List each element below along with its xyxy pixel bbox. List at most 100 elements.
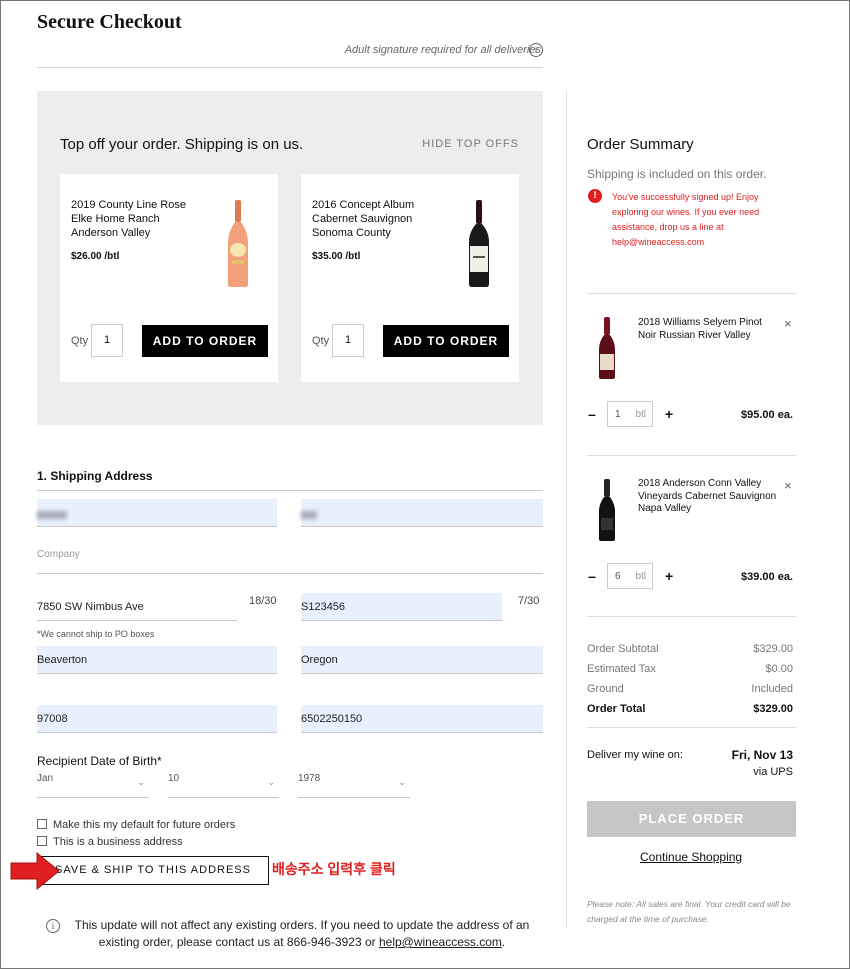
address-line2-field[interactable]: S123456 <box>301 593 502 621</box>
column-divider <box>566 91 567 927</box>
total-label: Order Total <box>587 703 646 715</box>
red-wine-bottle-icon[interactable] <box>461 198 497 288</box>
add-to-order-button[interactable]: ADD TO ORDER <box>142 325 268 357</box>
update-note-end: . <box>501 935 506 949</box>
subtotal-label: Order Subtotal <box>587 643 659 655</box>
business-checkbox-label: This is a business address <box>53 836 183 848</box>
product-name[interactable]: 2016 Concept Album Cabernet Sauvignon So… <box>312 198 442 240</box>
red-arrow-icon <box>10 851 60 891</box>
cabernet-bottle-icon[interactable] <box>595 478 619 542</box>
shipping-section-title: 1. Shipping Address <box>37 469 153 483</box>
remove-item-icon[interactable]: × <box>784 478 792 493</box>
signup-success-message: You've successfully signed up! Enjoy exp… <box>612 192 760 247</box>
section-divider <box>37 490 543 491</box>
state-field[interactable]: Oregon <box>301 646 543 674</box>
cart-item-name[interactable]: 2018 Anderson Conn Valley Vineyards Cabe… <box>638 478 778 516</box>
place-order-button[interactable]: PLACE ORDER <box>587 801 796 837</box>
zip-field[interactable]: 97008 <box>37 705 277 733</box>
continue-shopping-link[interactable]: Continue Shopping <box>640 850 742 864</box>
annotation-text: 배송주소 입력후 클릭 <box>272 861 396 877</box>
dob-month-value: Jan <box>37 773 54 784</box>
dob-day-select[interactable]: 10 ⌄ <box>168 773 279 798</box>
qty-input[interactable]: 1 <box>91 324 123 357</box>
address-line1-field[interactable]: 7850 SW Nimbus Ave <box>37 593 237 621</box>
summary-divider <box>587 727 796 728</box>
address2-char-counter: 7/30 <box>518 595 540 607</box>
chevron-down-icon: ⌄ <box>398 777 406 787</box>
summary-divider <box>587 455 796 456</box>
decrease-qty-button[interactable]: – <box>588 568 596 584</box>
top-offs-title: Top off your order. Shipping is on us. <box>60 136 304 153</box>
product-price: $26.00 /btl <box>71 251 120 262</box>
last-name-field[interactable] <box>301 499 543 527</box>
cart-item-price: $39.00 ea. <box>741 571 793 583</box>
pinot-noir-bottle-icon[interactable] <box>595 316 619 380</box>
summary-divider <box>587 616 796 617</box>
company-field[interactable]: Company <box>37 549 543 574</box>
help-email-link[interactable]: help@wineaccess.com <box>379 935 502 949</box>
cart-item-price: $95.00 ea. <box>741 409 793 421</box>
rose-wine-bottle-icon[interactable] <box>220 198 256 288</box>
chevron-down-icon: ⌄ <box>267 777 275 787</box>
dob-label: Recipient Date of Birth* <box>37 754 162 768</box>
info-icon: i <box>46 919 60 933</box>
top-off-card: 2019 County Line Rose Elke Home Ranch An… <box>60 174 278 382</box>
business-address-option[interactable]: This is a business address <box>37 836 183 848</box>
tax-label: Estimated Tax <box>587 663 656 675</box>
cart-item-name[interactable]: 2018 Williams Selyem Pinot Noir Russian … <box>638 317 778 342</box>
remove-item-icon[interactable]: × <box>784 316 792 331</box>
save-ship-address-button[interactable]: SAVE & SHIP TO THIS ADDRESS <box>37 856 269 885</box>
order-summary-title: Order Summary <box>587 136 694 153</box>
subtotal-value: $329.00 <box>753 643 793 655</box>
business-checkbox[interactable] <box>37 836 47 846</box>
dob-year-select[interactable]: 1978 ⌄ <box>298 773 410 798</box>
page-frame: Secure Checkout Adult signature required… <box>0 0 850 969</box>
alert-icon: ! <box>588 189 602 203</box>
header-divider <box>37 67 543 68</box>
dob-day-value: 10 <box>168 773 180 784</box>
default-address-option[interactable]: Make this my default for future orders <box>37 819 235 831</box>
summary-divider <box>587 293 796 294</box>
page-title: Secure Checkout <box>37 11 182 33</box>
cart-qty-value: 1 <box>615 409 621 420</box>
info-icon[interactable]: i <box>529 43 543 57</box>
chevron-down-icon: ⌄ <box>137 777 145 787</box>
shipping-included-note: Shipping is included on this order. <box>587 167 767 181</box>
default-checkbox[interactable] <box>37 819 47 829</box>
delivery-label: Deliver my wine on: <box>587 749 683 761</box>
cart-qty-value: 6 <box>615 571 621 582</box>
increase-qty-button[interactable]: + <box>665 406 673 422</box>
increase-qty-button[interactable]: + <box>665 568 673 584</box>
shipping-method-value: Included <box>751 683 793 695</box>
product-price: $35.00 /btl <box>312 251 361 262</box>
top-offs-panel: Top off your order. Shipping is on us. H… <box>37 91 543 425</box>
delivery-date[interactable]: Fri, Nov 13 <box>732 748 793 762</box>
hide-top-offs-link[interactable]: HIDE TOP OFFS <box>422 138 519 150</box>
total-value: $329.00 <box>753 703 793 715</box>
final-sale-note: Please note: All sales are final. Your c… <box>587 899 791 924</box>
product-name[interactable]: 2019 County Line Rose Elke Home Ranch An… <box>71 198 201 240</box>
signature-note: Adult signature required for all deliver… <box>344 44 541 56</box>
qty-label: Qty <box>312 335 330 347</box>
cart-qty-unit: btl <box>635 571 646 582</box>
cart-qty-input[interactable]: 1 btl <box>607 401 653 427</box>
qty-input[interactable]: 1 <box>332 324 364 357</box>
default-checkbox-label: Make this my default for future orders <box>53 819 236 831</box>
decrease-qty-button[interactable]: – <box>588 406 596 422</box>
add-to-order-button[interactable]: ADD TO ORDER <box>383 325 509 357</box>
shipping-method-label: Ground <box>587 683 624 695</box>
address1-char-counter: 18/30 <box>249 595 277 607</box>
po-box-note: *We cannot ship to PO boxes <box>37 629 155 639</box>
dob-month-select[interactable]: Jan ⌄ <box>37 773 149 798</box>
update-note: This update will not affect any existing… <box>63 917 541 951</box>
phone-field[interactable]: 6502250150 <box>301 705 543 733</box>
qty-label: Qty <box>71 335 89 347</box>
cart-qty-unit: btl <box>635 409 646 420</box>
city-field[interactable]: Beaverton <box>37 646 277 674</box>
tax-value: $0.00 <box>765 663 793 675</box>
delivery-carrier: via UPS <box>753 766 793 778</box>
dob-year-value: 1978 <box>298 773 321 784</box>
top-off-card: 2016 Concept Album Cabernet Sauvignon So… <box>301 174 519 382</box>
cart-qty-input[interactable]: 6 btl <box>607 563 653 589</box>
first-name-field[interactable] <box>37 499 277 527</box>
